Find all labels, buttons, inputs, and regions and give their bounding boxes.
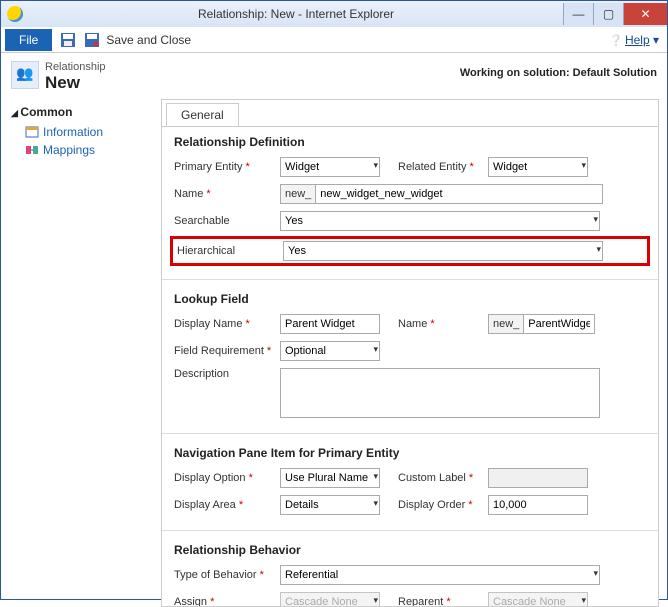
help-label: Help: [625, 33, 650, 47]
page-title: New: [45, 73, 106, 93]
save-close-icon[interactable]: [84, 32, 100, 48]
related-entity-select[interactable]: Widget: [488, 157, 588, 177]
nav-item-label: Information: [43, 125, 103, 139]
nav-item-label: Mappings: [43, 143, 95, 157]
lookup-name-input[interactable]: [523, 314, 595, 334]
label-assign: Assign: [174, 596, 280, 607]
page-header: Relationship New Working on solution: De…: [1, 53, 667, 99]
entity-type-label: Relationship: [45, 61, 106, 73]
label-field-requirement: Field Requirement: [174, 345, 280, 357]
label-searchable: Searchable: [174, 215, 280, 227]
section-lookup-field: Lookup Field: [174, 292, 646, 306]
display-order-input[interactable]: [488, 495, 588, 515]
label-lookup-name: Name: [398, 318, 488, 330]
form-main: General Relationship Definition Primary …: [161, 99, 659, 607]
description-textarea[interactable]: [280, 368, 600, 418]
tab-strip: General: [162, 100, 658, 127]
toolbar: File Save and Close Help ▾: [1, 27, 667, 53]
name-input[interactable]: [315, 184, 603, 204]
searchable-select[interactable]: Yes: [280, 211, 600, 231]
ie-icon: [7, 6, 23, 22]
label-display-order: Display Order: [398, 499, 488, 511]
save-icon[interactable]: [60, 32, 76, 48]
label-primary-entity: Primary Entity: [174, 161, 280, 173]
label-name: Name: [174, 188, 280, 200]
relationship-icon: [11, 61, 39, 89]
nav-item-mappings[interactable]: Mappings: [11, 141, 151, 159]
custom-label-input: [488, 468, 588, 488]
section-nav-pane: Navigation Pane Item for Primary Entity: [174, 446, 646, 460]
lookup-name-prefix: new_: [488, 314, 523, 334]
label-display-name: Display Name: [174, 318, 280, 330]
nav-group-common[interactable]: Common: [11, 105, 151, 119]
help-link[interactable]: Help ▾: [609, 33, 659, 47]
tab-general[interactable]: General: [166, 103, 239, 126]
label-custom-label: Custom Label: [398, 472, 488, 484]
window-title: Relationship: New - Internet Explorer: [29, 7, 563, 21]
primary-entity-select[interactable]: Widget: [280, 157, 380, 177]
label-display-option: Display Option: [174, 472, 280, 484]
field-requirement-select[interactable]: Optional: [280, 341, 380, 361]
label-description: Description: [174, 368, 280, 380]
display-area-select[interactable]: Details: [280, 495, 380, 515]
file-menu-button[interactable]: File: [5, 29, 52, 51]
mappings-icon: [25, 143, 39, 157]
label-related-entity: Related Entity: [398, 161, 488, 173]
information-icon: [25, 125, 39, 139]
hierarchical-row-highlight: Hierarchical Yes ▾: [170, 236, 650, 266]
type-of-behavior-select[interactable]: Referential: [280, 565, 600, 585]
display-option-select[interactable]: Use Plural Name: [280, 468, 380, 488]
window-titlebar: Relationship: New - Internet Explorer — …: [1, 1, 667, 27]
section-behavior: Relationship Behavior: [174, 543, 646, 557]
window-minimize-button[interactable]: —: [563, 3, 593, 25]
label-reparent: Reparent: [398, 596, 488, 607]
section-relationship-definition: Relationship Definition: [174, 135, 646, 149]
name-prefix: new_: [280, 184, 315, 204]
window-close-button[interactable]: ✕: [623, 3, 667, 25]
label-type-of-behavior: Type of Behavior: [174, 569, 280, 581]
save-and-close-button[interactable]: Save and Close: [106, 33, 191, 47]
display-name-input[interactable]: [280, 314, 380, 334]
label-display-area: Display Area: [174, 499, 280, 511]
label-hierarchical: Hierarchical: [177, 245, 283, 257]
left-nav: Common Information Mappings: [1, 99, 161, 607]
solution-context-label: Working on solution: Default Solution: [460, 61, 657, 79]
window-maximize-button[interactable]: ▢: [593, 3, 623, 25]
hierarchical-select[interactable]: Yes: [283, 241, 603, 261]
nav-item-information[interactable]: Information: [11, 123, 151, 141]
